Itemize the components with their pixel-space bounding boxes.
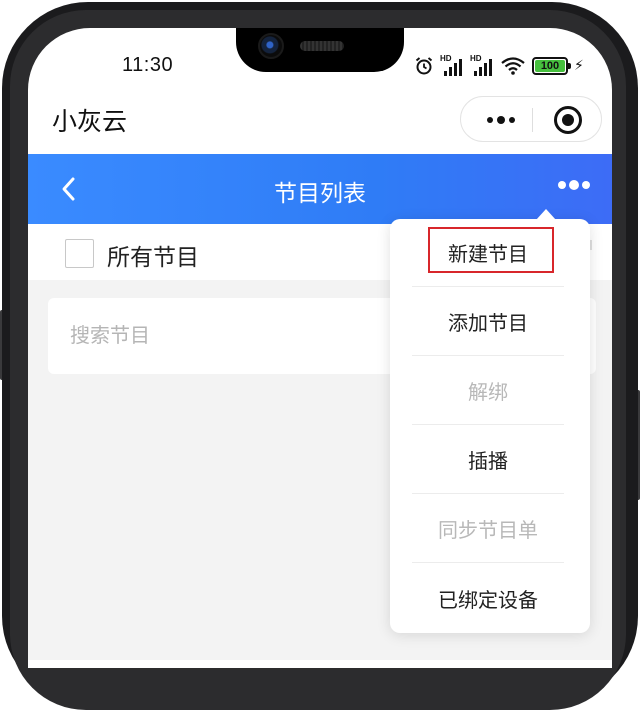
mini-program-title: 小灰云 xyxy=(52,107,128,136)
menu-item-add-program[interactable]: 添加节目 xyxy=(412,288,564,356)
earpiece-speaker xyxy=(300,41,344,51)
menu-item-unbind[interactable]: 解绑 xyxy=(412,357,564,425)
select-all-label: 所有节目 xyxy=(107,245,199,271)
page-title: 节目列表 xyxy=(274,181,366,207)
menu-item-insert-play[interactable]: 插播 xyxy=(412,426,564,494)
more-dot-icon xyxy=(569,180,579,190)
select-all-checkbox[interactable] xyxy=(65,239,94,268)
more-dot-icon xyxy=(558,181,566,189)
cellular-signal-2-icon: HD xyxy=(470,54,494,76)
alarm-icon xyxy=(415,57,433,75)
menu-item-sync-playlist[interactable]: 同步节目单 xyxy=(412,495,564,563)
battery-percentage: 100 xyxy=(540,60,560,72)
status-time: 11:30 xyxy=(122,54,174,76)
capsule-more-button[interactable] xyxy=(481,110,521,130)
status-icons: HD HD 100 ⚡ xyxy=(414,54,584,78)
highlight-annotation-box xyxy=(428,227,554,273)
search-input[interactable] xyxy=(70,318,370,352)
mini-program-capsule xyxy=(460,96,602,142)
capsule-close-button[interactable] xyxy=(554,106,582,134)
battery-icon: 100 xyxy=(532,57,571,75)
capsule-divider xyxy=(532,108,533,132)
wifi-icon xyxy=(501,57,525,75)
more-options-button[interactable] xyxy=(558,180,590,190)
cellular-signal-1-icon: HD xyxy=(440,54,464,76)
menu-item-bound-devices[interactable]: 已绑定设备 xyxy=(412,564,564,632)
charging-bolt-icon: ⚡ xyxy=(574,58,584,74)
more-dot-icon xyxy=(582,181,590,189)
front-camera xyxy=(258,33,284,59)
